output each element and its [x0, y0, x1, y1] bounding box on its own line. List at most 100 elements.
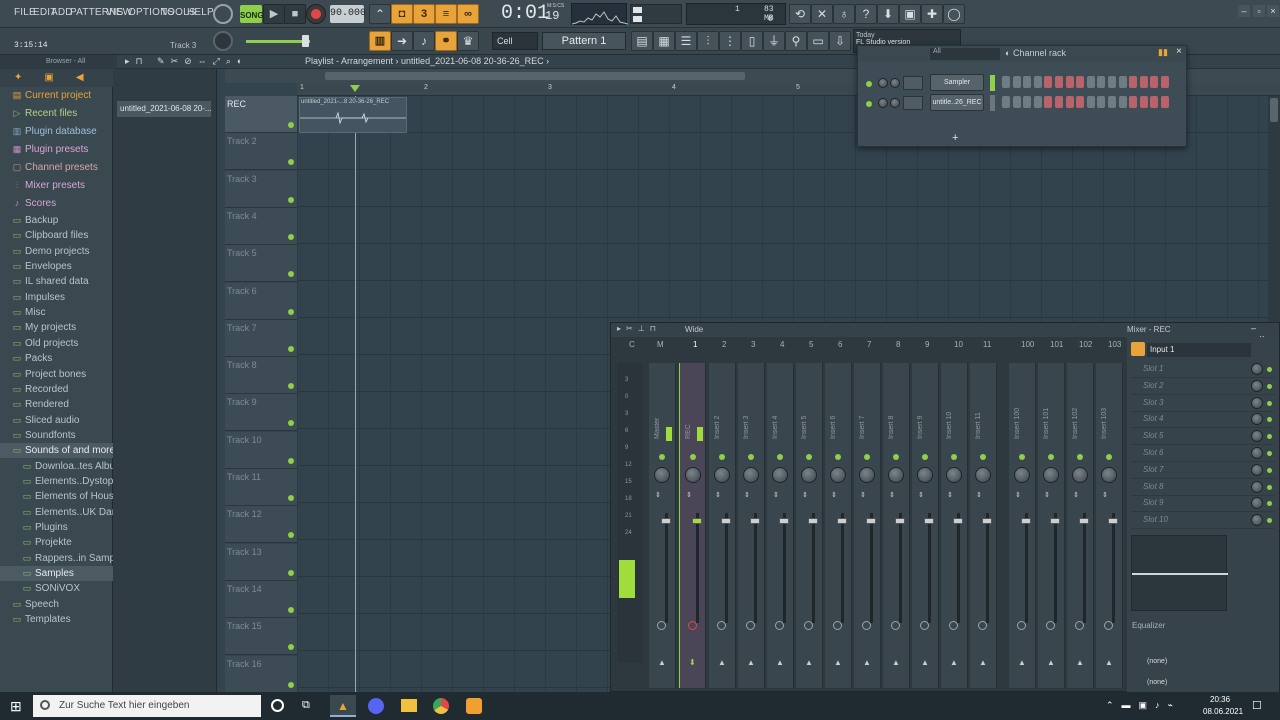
- mixer-strip[interactable]: Insert 9 ⇕ ▲: [912, 363, 939, 688]
- browser-item[interactable]: ▭ Misc: [0, 305, 113, 320]
- picker-item[interactable]: untitled_2021-06-08 20-...: [117, 101, 211, 117]
- browser-item[interactable]: ▭ Recorded: [0, 382, 113, 397]
- strip-enable-led[interactable]: [922, 454, 928, 460]
- step-button[interactable]: [1097, 96, 1106, 108]
- slot-enable-led[interactable]: [1267, 383, 1272, 389]
- main-pitch-knob[interactable]: [213, 31, 233, 51]
- step-button[interactable]: [1118, 96, 1127, 108]
- step-button[interactable]: [1139, 76, 1148, 88]
- volume-fader[interactable]: [924, 518, 934, 524]
- browser-item[interactable]: ⫶ Mixer presets: [0, 178, 113, 193]
- track-header[interactable]: Track 14: [225, 580, 297, 618]
- mixer-track-number[interactable]: 100: [1021, 340, 1034, 349]
- strip-enable-led[interactable]: [835, 454, 841, 460]
- browser-item[interactable]: ▢ Channel presets: [0, 160, 113, 175]
- track-header[interactable]: Track 7: [225, 319, 297, 357]
- stereo-separation-icon[interactable]: ⇕: [918, 491, 924, 499]
- stereo-separation-icon[interactable]: ⇕: [686, 491, 692, 499]
- track-mute-led[interactable]: [288, 271, 294, 278]
- track-header[interactable]: Track 6: [225, 282, 297, 320]
- stereo-separation-icon[interactable]: ⇕: [1102, 491, 1108, 499]
- track-mute-led[interactable]: [288, 196, 294, 203]
- browser-item[interactable]: ▭ Demo projects: [0, 244, 113, 259]
- volume-fader[interactable]: [1108, 518, 1118, 524]
- mixer-strip[interactable]: Insert 3 ⇕ ▲: [738, 363, 765, 688]
- mixer-track-number[interactable]: 103: [1108, 340, 1121, 349]
- stereo-separation-icon[interactable]: ⇕: [889, 491, 895, 499]
- track-header[interactable]: Track 15: [225, 618, 297, 656]
- volume-fader[interactable]: [866, 518, 876, 524]
- volume-fader[interactable]: [1050, 518, 1060, 524]
- effect-slot[interactable]: Slot 6: [1131, 446, 1275, 462]
- slot-mix-knob[interactable]: [1251, 396, 1263, 409]
- step-button[interactable]: [1065, 96, 1074, 108]
- strip-enable-led[interactable]: [1019, 454, 1025, 460]
- strip-pan-knob[interactable]: [1014, 467, 1030, 483]
- effect-slot[interactable]: Slot 5: [1131, 429, 1275, 446]
- loop-record-button[interactable]: ∞: [457, 4, 479, 24]
- piano-roll-icon[interactable]: ♪: [413, 31, 435, 51]
- strip-enable-led[interactable]: [659, 454, 665, 460]
- step-button[interactable]: [1002, 96, 1010, 108]
- volume-fader[interactable]: [1021, 518, 1031, 524]
- send-arrow-icon[interactable]: ▲: [776, 658, 784, 667]
- strip-enable-led[interactable]: [748, 454, 754, 460]
- channel-led[interactable]: [866, 81, 872, 87]
- strip-pan-knob[interactable]: [859, 467, 875, 483]
- step-button[interactable]: [1086, 96, 1095, 108]
- mixer-track-number[interactable]: 101: [1050, 340, 1063, 349]
- strip-enable-led[interactable]: [719, 454, 725, 460]
- pattern-song-toggle[interactable]: [213, 4, 233, 24]
- stereo-separation-icon[interactable]: ⇕: [715, 491, 721, 499]
- volume-fader[interactable]: [808, 518, 818, 524]
- send-arrow-icon[interactable]: ▲: [834, 658, 842, 667]
- record-arm-icon[interactable]: [804, 621, 813, 630]
- step-button[interactable]: [1097, 76, 1106, 88]
- slot-mix-knob[interactable]: [1251, 413, 1263, 426]
- step-button[interactable]: [1023, 76, 1032, 88]
- browser-item[interactable]: ▭ Projekte: [0, 535, 113, 550]
- mixer-track-number[interactable]: 5: [809, 340, 813, 349]
- browser-item[interactable]: ♪ Scores: [0, 196, 113, 211]
- volume-fader[interactable]: [895, 518, 905, 524]
- explorer-taskbar-icon[interactable]: [401, 699, 417, 712]
- send-selector-1[interactable]: (none): [1147, 655, 1271, 669]
- record-arm-icon[interactable]: [1075, 621, 1084, 630]
- channel-select-bar[interactable]: [990, 75, 995, 91]
- slot-enable-led[interactable]: [1267, 434, 1272, 440]
- browser-item[interactable]: ▭ SONiVOX: [0, 581, 113, 596]
- strip-enable-led[interactable]: [806, 454, 812, 460]
- chrome-taskbar-icon[interactable]: [433, 698, 449, 714]
- stereo-separation-icon[interactable]: ⇕: [1073, 491, 1079, 499]
- send-arrow-icon[interactable]: ▲: [979, 658, 987, 667]
- track-header[interactable]: Track 10: [225, 431, 297, 469]
- browser-item[interactable]: ▭ Impulses: [0, 290, 113, 305]
- mixer-icon[interactable]: ⫶: [697, 31, 719, 51]
- step-button[interactable]: [1033, 76, 1042, 88]
- record-arm-icon[interactable]: [1046, 621, 1055, 630]
- slot-enable-led[interactable]: [1267, 467, 1272, 473]
- browser-item[interactable]: ▭ Packs: [0, 351, 113, 366]
- effect-slot[interactable]: Slot 8: [1131, 480, 1275, 496]
- mixer-track-number[interactable]: 8: [896, 340, 900, 349]
- slot-mix-knob[interactable]: [1251, 447, 1263, 459]
- blend-notes-button[interactable]: ≡: [435, 4, 457, 24]
- strip-pan-knob[interactable]: [1101, 467, 1117, 483]
- track-header[interactable]: REC: [225, 96, 297, 133]
- eq-display[interactable]: [1131, 535, 1228, 611]
- chat-icon[interactable]: ◯: [943, 4, 965, 24]
- send-arrow-icon[interactable]: ▲: [805, 658, 813, 667]
- slot-mix-knob[interactable]: [1251, 514, 1263, 527]
- stereo-separation-icon[interactable]: ⇕: [860, 491, 866, 499]
- effect-slot[interactable]: Slot 9: [1131, 496, 1275, 513]
- mixer-strip[interactable]: Master ⇕ ▲: [649, 363, 676, 688]
- browser-item[interactable]: ▭ Clipboard files: [0, 228, 113, 243]
- step-button[interactable]: [1055, 76, 1063, 88]
- track-mute-led[interactable]: [288, 308, 294, 315]
- step-button[interactable]: [1086, 76, 1095, 88]
- rack-titlebar[interactable]: All ◐ Channel rack ▮▮ ×: [858, 46, 1186, 62]
- step-button[interactable]: [1139, 96, 1148, 108]
- menu-help[interactable]: HELP: [187, 7, 214, 18]
- mixer-strip[interactable]: Insert 2 ⇕ ▲: [709, 363, 736, 688]
- step-button[interactable]: [1161, 76, 1169, 88]
